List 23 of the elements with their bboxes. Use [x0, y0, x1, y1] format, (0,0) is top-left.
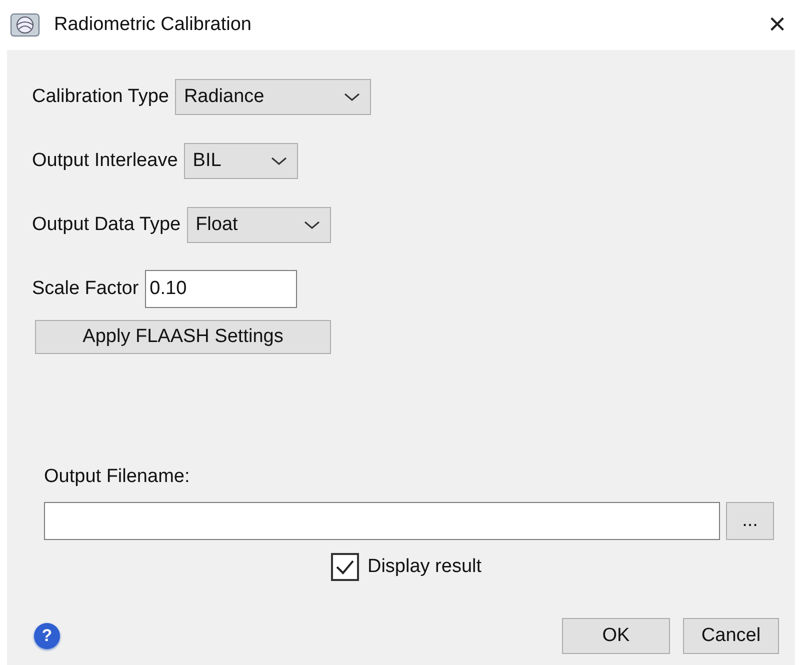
apply-button[interactable]: Apply FLAASH Settings	[35, 320, 331, 354]
field-label: Scale Factor	[32, 278, 139, 300]
input-field[interactable]: 0.10	[144, 270, 297, 308]
cancel-button[interactable]: Cancel	[683, 618, 779, 654]
checkbox-box[interactable]	[331, 553, 360, 581]
browse-button[interactable]: ...	[726, 502, 774, 540]
close-button[interactable]: ×	[762, 10, 792, 40]
field-label: Calibration Type	[32, 86, 169, 108]
chevron-icon	[270, 156, 287, 166]
dropdown[interactable]: Float	[186, 207, 331, 243]
ok-button[interactable]: OK	[562, 618, 670, 654]
chevron-icon	[344, 92, 360, 102]
field-label: Output Interleave	[32, 150, 178, 172]
chevron-icon	[304, 220, 320, 230]
input-field[interactable]	[44, 502, 720, 540]
checkbox[interactable]: Display result	[325, 552, 488, 582]
field-label: Output Data Type	[32, 214, 181, 236]
help-button[interactable]: ?	[34, 623, 60, 649]
dropdown[interactable]: BIL	[184, 143, 298, 179]
field-label: Output Filename:	[44, 466, 191, 488]
dropdown[interactable]: Radiance	[174, 79, 371, 115]
window-title: Radiometric Calibration	[54, 14, 252, 36]
app-icon	[10, 13, 40, 37]
